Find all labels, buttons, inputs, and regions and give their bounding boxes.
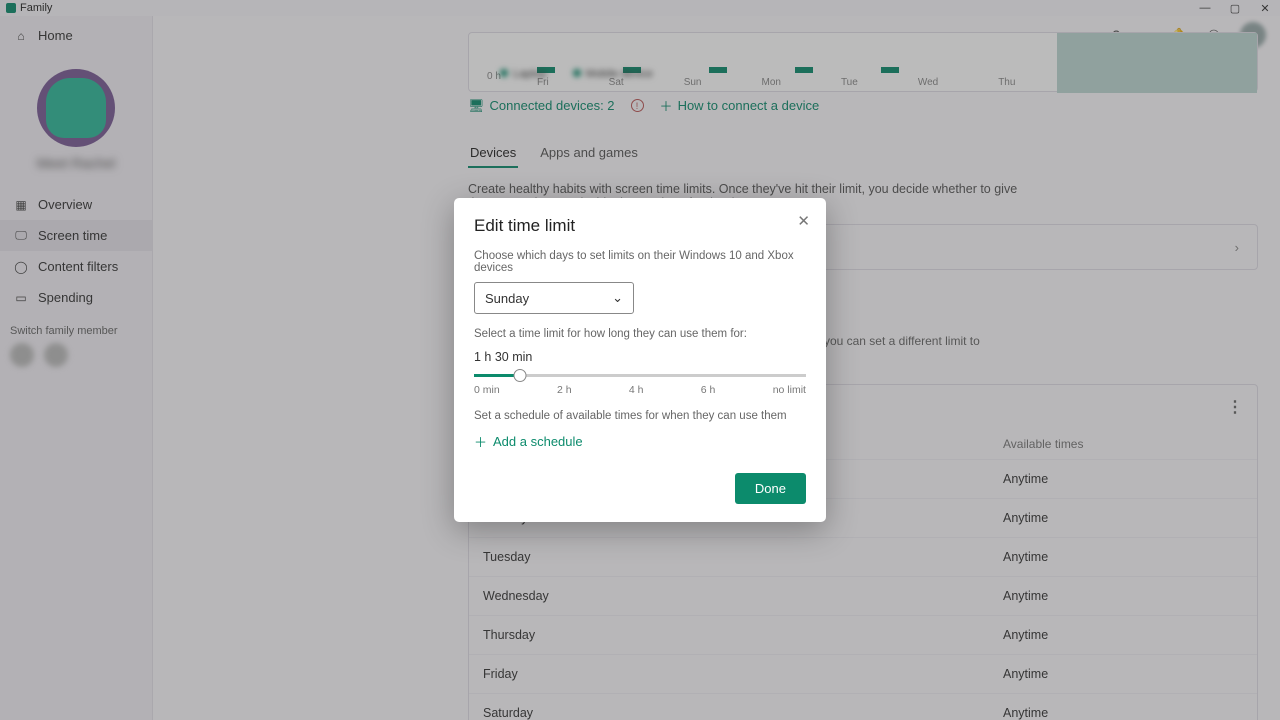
time-limit-slider[interactable]: 0 min 2 h 4 h 6 h no limit <box>474 364 806 396</box>
day-select[interactable]: Sunday ⌄ <box>474 282 634 314</box>
plus-icon: ＋ <box>474 432 487 451</box>
slider-thumb[interactable] <box>514 369 527 382</box>
done-button[interactable]: Done <box>735 473 806 504</box>
select-value: Sunday <box>485 291 529 306</box>
add-schedule-link[interactable]: ＋ Add a schedule <box>474 422 806 451</box>
slider-value: 1 h 30 min <box>474 340 806 364</box>
modal-overlay: Edit time limit ✕ Choose which days to s… <box>0 0 1280 720</box>
modal-title: Edit time limit <box>474 216 806 236</box>
edit-time-limit-modal: Edit time limit ✕ Choose which days to s… <box>454 198 826 522</box>
choose-days-label: Choose which days to set limits on their… <box>474 236 806 274</box>
select-limit-label: Select a time limit for how long they ca… <box>474 314 806 340</box>
schedule-label: Set a schedule of available times for wh… <box>474 396 806 422</box>
add-schedule-label: Add a schedule <box>493 434 583 449</box>
close-icon[interactable]: ✕ <box>797 212 810 230</box>
chevron-down-icon: ⌄ <box>612 290 623 306</box>
